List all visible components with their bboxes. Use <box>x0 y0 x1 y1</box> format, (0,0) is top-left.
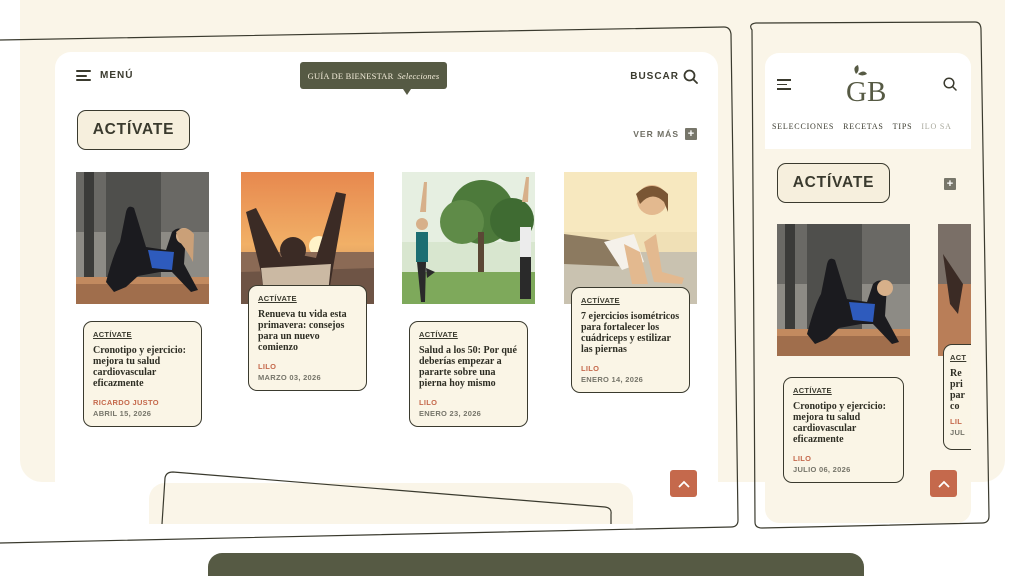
mobile-mockup: GB SELECCIONES RECETAS TIPS ILO SA ACTÍV… <box>765 53 971 523</box>
card-author: LILO <box>793 454 812 463</box>
yoga-photo-icon <box>777 224 910 356</box>
footer-sketch-line <box>161 471 612 524</box>
mobile-article-card-peek[interactable]: ACT Re pri par co LIL JUL <box>943 344 971 450</box>
card-title-peek[interactable]: Re pri par co <box>950 368 971 412</box>
mobile-logo[interactable]: GB <box>842 65 894 103</box>
mobile-nav: SELECCIONES RECETAS TIPS ILO SA <box>772 122 952 131</box>
nav-item-tips[interactable]: TIPS <box>893 122 913 131</box>
mobile-card-image[interactable] <box>777 224 910 356</box>
card-title[interactable]: Cronotipo y ejercicio: mejora tu salud c… <box>793 401 894 445</box>
yoga-photo-icon <box>938 224 971 356</box>
mobile-card-image-peek[interactable] <box>938 224 971 356</box>
peek-line: co <box>950 401 960 412</box>
card-date: JULIO 06, 2026 <box>793 465 851 474</box>
scroll-to-top-button[interactable] <box>930 470 957 497</box>
leaf-icon <box>854 65 859 74</box>
card-date: JUL <box>950 428 966 437</box>
card-tag[interactable]: ACTÍVATE <box>793 386 894 395</box>
desktop-mockup: MENÚ GUÍA DE BIENESTAR Selecciones BUSCA… <box>55 52 718 524</box>
chevron-up-icon <box>937 480 950 488</box>
card-tag[interactable]: ACT <box>950 353 971 362</box>
mobile-section-title-button[interactable]: ACTÍVATE <box>777 163 890 203</box>
nav-item-selecciones[interactable]: SELECCIONES <box>772 122 834 131</box>
peek-line: Re <box>950 368 962 379</box>
nav-item-more[interactable]: ILO SA <box>921 122 951 131</box>
nav-item-recetas[interactable]: RECETAS <box>843 122 884 131</box>
card-author: LIL <box>950 417 963 426</box>
hamburger-icon[interactable] <box>777 79 791 90</box>
peek-line: par <box>950 390 965 401</box>
search-icon[interactable] <box>943 77 957 91</box>
plus-icon[interactable]: + <box>944 178 956 190</box>
logo-letters: GB <box>846 76 886 103</box>
peek-line: pri <box>950 379 963 390</box>
mobile-article-card[interactable]: ACTÍVATE Cronotipo y ejercicio: mejora t… <box>783 377 904 483</box>
footer-bar-peek <box>208 553 864 576</box>
